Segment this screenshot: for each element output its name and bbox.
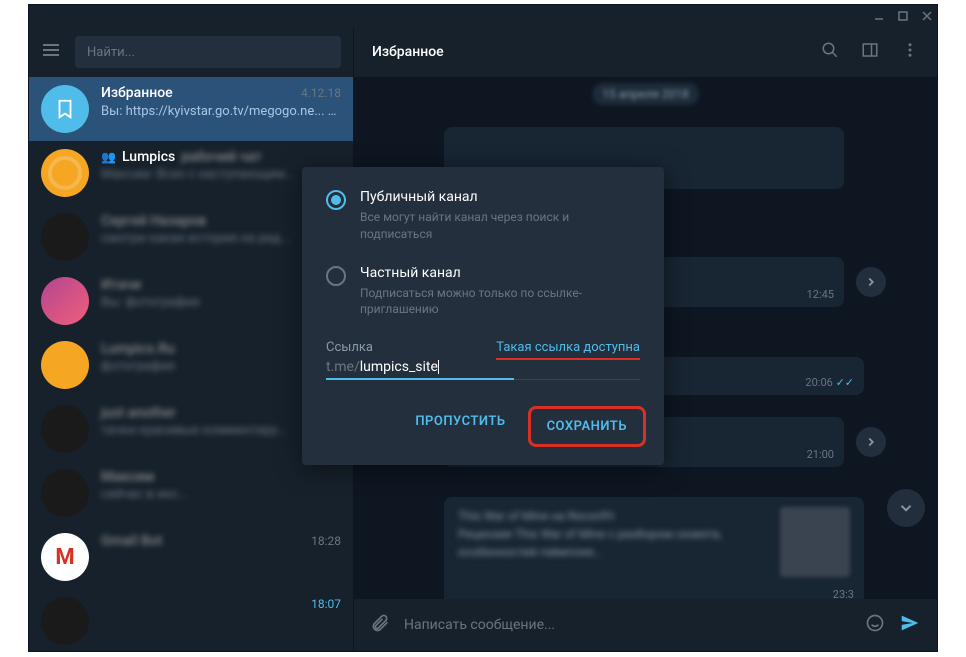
message-input[interactable]: Написать сообщение... [404,617,851,633]
radio-title: Публичный канал [360,189,640,205]
sidebar-toggle-icon[interactable] [861,41,879,63]
chat-date: 4.12.18 [301,86,341,100]
save-button[interactable]: СОХРАНИТЬ [528,406,646,447]
link-prefix: t.me/ [326,359,360,375]
chat-name: Избранное [101,85,173,101]
message-bubble[interactable]: This War of Mine на ReconfHРецензия This… [444,497,864,599]
chat-item-saved[interactable]: Избранное 4.12.18 Вы: https://kyivstar.go… [29,77,353,141]
scroll-down-button[interactable] [887,489,925,527]
chat-name: Lumpics.Ru [101,341,175,357]
more-icon[interactable] [901,41,919,63]
chat-date: 18:07 [311,597,341,611]
skip-button[interactable]: ПРОПУСТИТЬ [401,406,519,447]
link-value: lumpics_site [360,359,438,375]
message-time: 21:00 [807,448,834,461]
message-thumbnail [780,507,850,577]
message-composer: Написать сообщение... [354,599,937,651]
search-input[interactable]: Найти... [75,36,341,68]
link-availability-status: Такая ссылка доступна [496,340,640,355]
radio-button[interactable] [326,266,346,286]
group-icon: 👥 [101,150,116,164]
avatar [41,213,89,261]
chat-name: Максим [101,469,154,485]
chat-name: Gmail Bot [101,533,162,549]
send-button[interactable] [899,612,921,638]
window-close-button[interactable] [921,10,933,22]
forward-arrow-icon[interactable] [856,427,886,457]
message-time: 20:06 ✓✓ [805,376,854,389]
chat-date: 18:28 [311,534,341,548]
forward-arrow-icon[interactable] [856,267,886,297]
radio-description: Подписаться можно только по ссылке-пригл… [360,285,640,319]
menu-icon[interactable] [41,40,61,64]
chat-title: Избранное [372,44,444,60]
chat-name: just another [101,405,176,421]
saved-messages-icon [41,85,89,133]
avatar [41,341,89,389]
radio-option-private[interactable]: Частный канал Подписаться можно только п… [326,265,640,319]
link-field-label: Ссылка [326,340,373,355]
avatar [41,405,89,453]
message-time: 23:3 [833,588,854,599]
chat-item[interactable]: 18:07 [29,589,353,651]
radio-button[interactable] [326,190,346,210]
emoji-icon[interactable] [865,613,885,637]
chat-preview: Вы: https://kyivstar.go.tv/megogo.ne... … [101,103,341,119]
chat-item[interactable]: Максим сейчас в икс... [29,461,353,525]
avatar: M [41,533,89,581]
attach-icon[interactable] [370,613,390,637]
avatar [41,597,89,645]
chat-item[interactable]: M Gmail Bot 18:28 [29,525,353,589]
message-time: 12:45 [807,288,834,301]
chat-name: Итачи [101,277,141,293]
chat-preview: сейчас в икс... [101,487,341,502]
window-maximize-button[interactable] [897,10,909,22]
date-separator: 15 апреля 2018 [592,83,699,105]
avatar [41,469,89,517]
window-minimize-button[interactable] [873,10,885,22]
avatar [41,149,89,197]
chat-name: 👥Lumpics рабочий чат [101,149,262,165]
radio-title: Частный канал [360,265,640,281]
avatar [41,277,89,325]
radio-description: Все могут найти канал через поиск и подп… [360,209,640,243]
radio-option-public[interactable]: Публичный канал Все могут найти канал че… [326,189,640,243]
channel-type-modal: Публичный канал Все могут найти канал че… [302,167,664,465]
chat-name: Сергей Назаров [101,213,206,229]
search-icon[interactable] [821,41,839,63]
pin-icon: 📌 [328,103,341,119]
window-titlebar [29,5,937,27]
link-input[interactable]: t.me/lumpics_site [326,359,640,380]
